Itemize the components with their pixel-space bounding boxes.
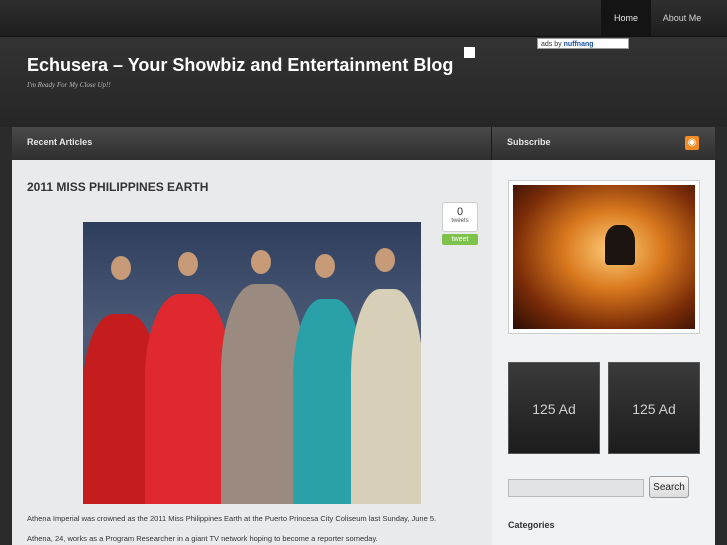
ad-badge-prefix: ads by <box>541 41 562 48</box>
main-panel: Recent Articles Subscribe ◉ 2011 MISS PH… <box>12 127 715 545</box>
nuffnang-ad-badge[interactable]: ads by nuffnang <box>537 38 629 49</box>
head-shape <box>178 252 198 276</box>
subscribe-title: Subscribe <box>507 137 551 147</box>
head-shape <box>375 248 395 272</box>
subscribe-bar: Subscribe ◉ <box>492 127 715 160</box>
content-area: 2011 MISS PHILIPPINES EARTH 0 tweets twe… <box>12 160 492 545</box>
white-square-icon <box>464 47 475 58</box>
post-paragraph: Athena, 24, works as a Program Researche… <box>27 534 378 543</box>
head-shape <box>315 254 335 278</box>
tweet-unit: tweets <box>451 218 469 224</box>
site-header: Echusera – Your Showbiz and Entertainmen… <box>0 37 727 127</box>
tweet-count: 0 <box>456 206 464 218</box>
sidebar: 125 Ad 125 Ad Search Categories <box>492 160 715 545</box>
head-shape <box>111 256 131 280</box>
tweet-button[interactable]: tweet <box>442 234 478 245</box>
gown-shape <box>351 289 421 504</box>
tweet-counter: 0 tweets <box>442 202 478 232</box>
gown-shape <box>145 294 231 504</box>
nav-item-about-me[interactable]: About Me <box>651 0 713 36</box>
ad-125-left[interactable]: 125 Ad <box>508 362 600 454</box>
featured-image-frame[interactable] <box>508 180 700 334</box>
search-button[interactable]: Search <box>649 476 689 498</box>
rss-icon[interactable]: ◉ <box>685 136 699 150</box>
tunnel-opening <box>605 225 635 265</box>
recent-articles-bar: Recent Articles <box>12 127 492 160</box>
site-tagline: I'm Ready For My Close Up!! <box>27 81 111 89</box>
search-input[interactable] <box>508 479 644 497</box>
top-navigation: Home About Me <box>0 0 727 37</box>
site-title[interactable]: Echusera – Your Showbiz and Entertainmen… <box>27 55 453 76</box>
tunnel-image <box>513 185 695 329</box>
head-shape <box>251 250 271 274</box>
ad-125-right[interactable]: 125 Ad <box>608 362 700 454</box>
post-title[interactable]: 2011 MISS PHILIPPINES EARTH <box>27 180 208 194</box>
ad-badge-brand: nuffnang <box>563 41 594 48</box>
categories-title: Categories <box>508 520 555 530</box>
nav-item-home[interactable]: Home <box>601 0 651 36</box>
post-photo <box>83 222 421 504</box>
post-paragraph: Athena Imperial was crowned as the 2011 … <box>27 514 437 523</box>
recent-articles-title: Recent Articles <box>27 137 93 147</box>
